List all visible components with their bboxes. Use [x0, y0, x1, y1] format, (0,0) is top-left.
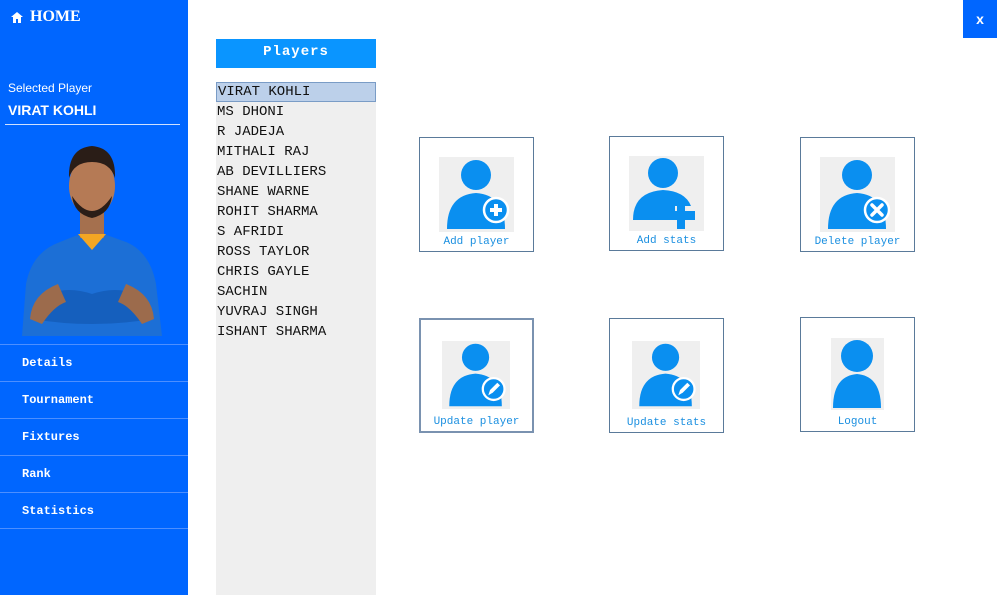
user-delete-icon [820, 157, 895, 232]
player-item[interactable]: ISHANT SHARMA [216, 322, 376, 342]
player-item[interactable]: SACHIN [216, 282, 376, 302]
player-item[interactable]: R JADEJA [216, 122, 376, 142]
home-label: HOME [30, 8, 81, 25]
user-plus-stats-icon [629, 156, 704, 231]
nav-item-tournament[interactable]: Tournament [0, 381, 188, 418]
player-item[interactable]: CHRIS GAYLE [216, 262, 376, 282]
players-header: Players [216, 39, 376, 68]
tile-label: Delete player [814, 236, 901, 248]
nav-item-rank[interactable]: Rank [0, 455, 188, 492]
player-item[interactable]: SHANE WARNE [216, 182, 376, 202]
player-item[interactable]: MITHALI RAJ [216, 142, 376, 162]
home-icon [11, 11, 23, 23]
add-player-button[interactable]: Add player [419, 137, 534, 252]
close-button[interactable]: x [963, 0, 997, 38]
tile-label: Update player [433, 416, 520, 428]
player-item[interactable]: VIRAT KOHLI [216, 82, 376, 102]
sidebar-nav: Details Tournament Fixtures Rank Statist… [0, 344, 188, 529]
sidebar: HOME Selected Player VIRAT KOHLI Details… [0, 0, 188, 595]
nav-item-statistics[interactable]: Statistics [0, 492, 188, 529]
user-edit-stats-icon [632, 341, 700, 409]
user-logout-icon [831, 338, 884, 410]
add-stats-button[interactable]: Add stats [609, 136, 724, 251]
player-item[interactable]: ROHIT SHARMA [216, 202, 376, 222]
player-item[interactable]: YUVRAJ SINGH [216, 302, 376, 322]
tile-label: Logout [837, 416, 878, 428]
player-item[interactable]: S AFRIDI [216, 222, 376, 242]
divider [5, 124, 180, 125]
selected-player-name: VIRAT KOHLI [8, 102, 97, 118]
user-add-icon [439, 157, 514, 232]
tile-label: Add player [443, 236, 510, 248]
user-edit-icon [442, 341, 510, 409]
home-link[interactable]: HOME [10, 8, 81, 26]
tile-label: Update stats [626, 417, 707, 429]
players-list[interactable]: VIRAT KOHLI MS DHONI R JADEJA MITHALI RA… [216, 82, 376, 595]
delete-player-button[interactable]: Delete player [800, 137, 915, 252]
player-item[interactable]: AB DEVILLIERS [216, 162, 376, 182]
player-item[interactable]: MS DHONI [216, 102, 376, 122]
nav-item-fixtures[interactable]: Fixtures [0, 418, 188, 455]
update-player-button[interactable]: Update player [419, 318, 534, 433]
nav-item-details[interactable]: Details [0, 344, 188, 381]
update-stats-button[interactable]: Update stats [609, 318, 724, 433]
player-item[interactable]: ROSS TAYLOR [216, 242, 376, 262]
logout-button[interactable]: Logout [800, 317, 915, 432]
tile-label: Add stats [636, 235, 697, 247]
selected-player-label: Selected Player [8, 81, 93, 95]
player-photo [22, 146, 162, 336]
